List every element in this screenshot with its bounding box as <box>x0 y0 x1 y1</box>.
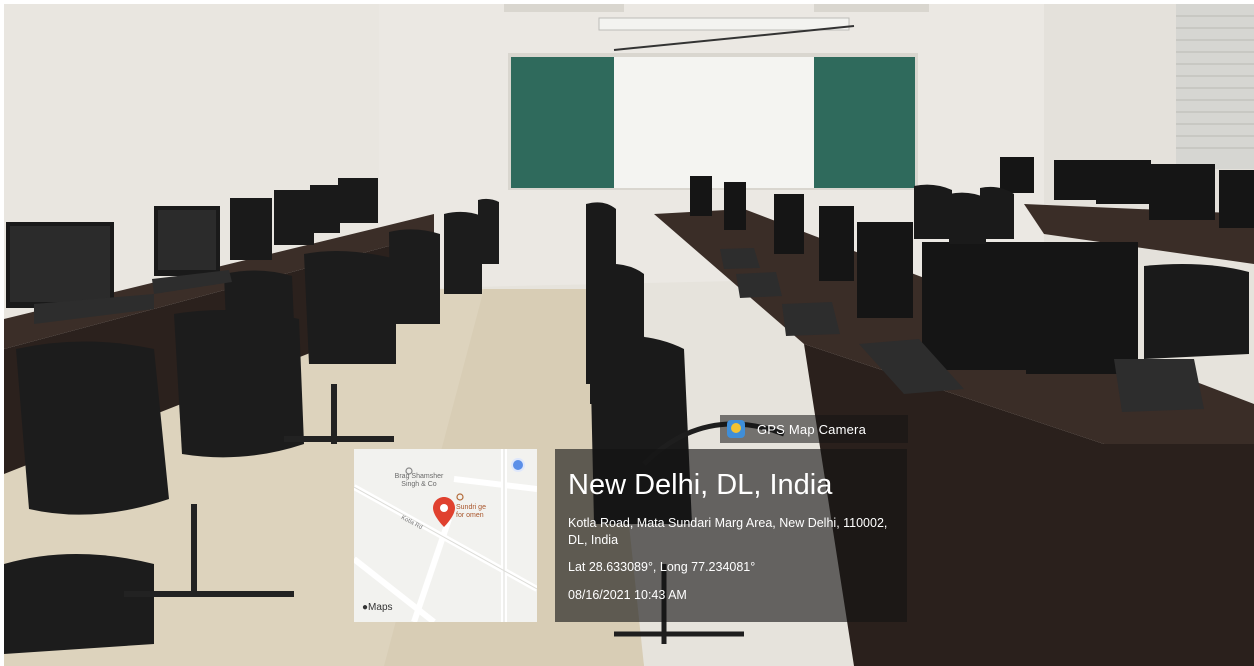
location-info-panel: New Delhi, DL, India Kotla Road, Mata Su… <box>555 449 907 622</box>
maps-brand-label: Maps <box>368 602 393 613</box>
datetime-text: 08/16/2021 10:43 AM <box>568 588 687 602</box>
mini-map[interactable]: Brag Shamsher Singh & Co Sundri ge for o… <box>354 449 537 622</box>
map-poi-label: Sundri ge for omen <box>456 504 486 519</box>
map-poi-label: Brag Shamsher Singh & Co <box>394 473 444 488</box>
coordinates-text: Lat 28.633089°, Long 77.234081° <box>568 560 756 574</box>
current-location-icon <box>511 458 525 472</box>
gps-map-camera-icon <box>727 420 745 438</box>
badge-label: GPS Map Camera <box>757 422 867 437</box>
gps-camera-badge: GPS Map Camera <box>720 415 908 443</box>
address-text: Kotla Road, Mata Sundari Marg Area, New … <box>568 516 888 547</box>
city-title: New Delhi, DL, India <box>568 469 833 501</box>
map-pin-icon <box>433 497 455 527</box>
maps-brand: ●Maps <box>362 602 393 613</box>
